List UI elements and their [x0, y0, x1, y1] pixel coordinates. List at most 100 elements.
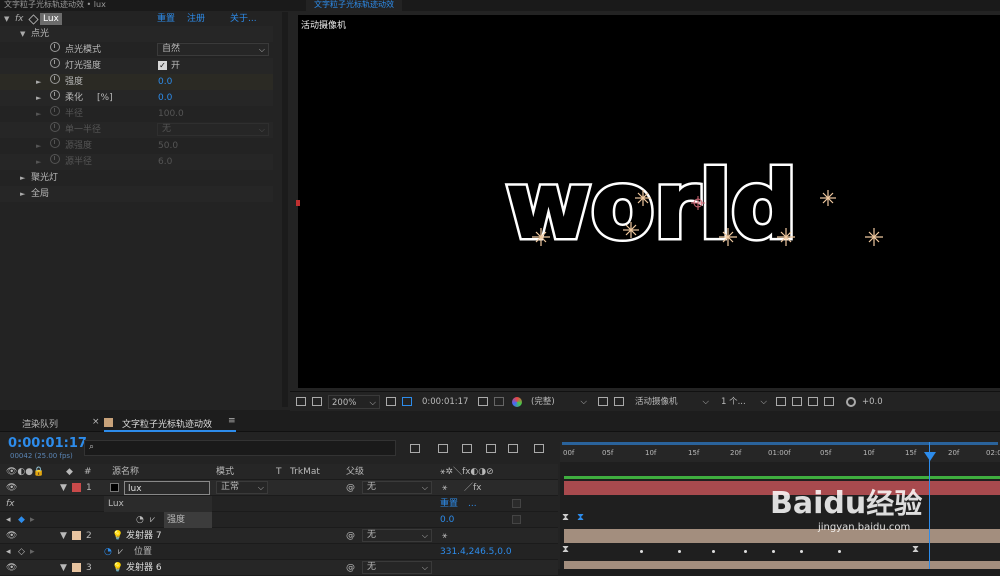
- keyframe-dot[interactable]: [712, 550, 715, 553]
- exposure-value[interactable]: +0.0: [862, 395, 883, 409]
- flowchart-icon[interactable]: [824, 397, 834, 406]
- timeline-timecode[interactable]: 0:00:01:17: [8, 436, 87, 451]
- parent-header[interactable]: 父级: [346, 464, 364, 480]
- toggle-pixel-aspect-icon[interactable]: [776, 397, 786, 406]
- effect-header-row[interactable]: ▼ fx Lux 重置 注册 关于...: [0, 11, 273, 27]
- motion-blur-icon[interactable]: [508, 444, 518, 453]
- current-time[interactable]: 0:00:01:17: [422, 395, 468, 409]
- layer-3-duration-bar[interactable]: [564, 561, 1000, 569]
- region-of-interest-icon[interactable]: [598, 397, 608, 406]
- keyframe-dot[interactable]: [744, 550, 747, 553]
- color-channels-icon[interactable]: [512, 397, 522, 407]
- keyframe-diamond-icon[interactable]: ◇: [18, 544, 25, 560]
- camera-dropdown[interactable]: 活动摄像机 ⌵: [632, 395, 712, 409]
- position-value[interactable]: 331.4,246.5,0.0: [440, 544, 512, 560]
- expand-triangle-icon[interactable]: ▼: [20, 26, 28, 42]
- keyframe-dot[interactable]: [838, 550, 841, 553]
- collapse-triangle-icon[interactable]: ▼: [4, 11, 12, 27]
- collapse-triangle-icon[interactable]: ▼: [60, 560, 67, 576]
- keyframe-marker-icon[interactable]: ⧗: [562, 512, 569, 523]
- tab-comp-timeline[interactable]: 文字粒子光标轨迹动效: [122, 417, 212, 430]
- keyframe-diamond-icon[interactable]: ◆: [18, 512, 25, 528]
- fx-icon[interactable]: fx: [15, 11, 24, 27]
- reset-link[interactable]: 重置: [157, 11, 175, 27]
- layer-name-field[interactable]: lux: [124, 481, 210, 495]
- collapse-triangle-icon[interactable]: ▼: [60, 528, 67, 544]
- eye-icon[interactable]: 👁: [6, 560, 17, 576]
- comp-mini-flowchart-icon[interactable]: [410, 444, 420, 453]
- light-mode-dropdown[interactable]: 自然 ⌵: [157, 43, 269, 56]
- layer-search-input[interactable]: ⌕: [84, 440, 396, 456]
- graph-editor-icon[interactable]: [534, 444, 544, 453]
- layer-parent-dropdown[interactable]: 无 ⌵: [362, 481, 432, 494]
- monitor-icon[interactable]: [312, 397, 322, 406]
- light-intensity-checkbox[interactable]: ✓ 开: [158, 58, 180, 74]
- keyframe-dot[interactable]: [678, 550, 681, 553]
- layer-name[interactable]: 发射器 7: [126, 528, 162, 544]
- group-spotlight[interactable]: ► 聚光灯: [0, 170, 273, 186]
- stopwatch-icon[interactable]: [50, 74, 60, 84]
- keyframe-dot[interactable]: [800, 550, 803, 553]
- composition-canvas[interactable]: 活动摄像机 world world: [298, 15, 1000, 388]
- about-link[interactable]: 关于...: [230, 11, 257, 27]
- layer-row-3[interactable]: 👁 ▼ 3 💡 发射器 6 @ 无 ⌵: [0, 560, 558, 576]
- quality-switch-icon[interactable]: ／fx: [464, 480, 482, 496]
- next-keyframe-icon[interactable]: ▸: [30, 512, 35, 528]
- layer-name[interactable]: 发射器 6: [126, 560, 162, 576]
- next-keyframe-icon[interactable]: ▸: [30, 544, 35, 560]
- eye-icon[interactable]: 👁: [6, 480, 17, 496]
- expand-triangle-icon[interactable]: ►: [36, 90, 44, 106]
- resolution-dropdown[interactable]: (完整) ⌵: [528, 395, 590, 409]
- mask-visibility-icon[interactable]: [402, 397, 412, 406]
- intensity-value[interactable]: 0.0: [440, 512, 454, 528]
- panel-scrollbar[interactable]: [282, 12, 288, 407]
- intensity-value[interactable]: 0.0: [158, 74, 172, 90]
- show-snapshot-icon[interactable]: [494, 397, 504, 406]
- layer-color-label[interactable]: [72, 531, 81, 540]
- pick-whip-icon[interactable]: @: [346, 528, 355, 544]
- work-area-bar[interactable]: [562, 442, 998, 445]
- group-global[interactable]: ► 全局: [0, 186, 273, 202]
- layer-parent-dropdown[interactable]: 无 ⌵: [362, 529, 432, 542]
- previous-keyframe-icon[interactable]: ◂: [6, 512, 11, 528]
- effect-reset-link[interactable]: 重置: [440, 496, 458, 512]
- tab-composition[interactable]: 文字粒子光标轨迹动效: [306, 0, 402, 11]
- layer-color-label[interactable]: [72, 563, 81, 572]
- keyframe-marker-icon[interactable]: ⧗: [562, 544, 569, 555]
- hamburger-menu-icon[interactable]: ≡: [228, 416, 236, 426]
- fast-previews-icon[interactable]: [792, 397, 802, 406]
- register-link[interactable]: 注册: [187, 11, 205, 27]
- zoom-dropdown[interactable]: 200% ⌵: [328, 395, 380, 409]
- draft-3d-icon[interactable]: [438, 444, 448, 453]
- playhead-handle-icon[interactable]: [924, 452, 936, 461]
- layer-row-2[interactable]: 👁 ▼ 2 💡 发射器 7 @ 无 ⌵ ⚹: [0, 528, 558, 544]
- timeline-icon[interactable]: [808, 397, 818, 406]
- exposure-icon[interactable]: [846, 397, 856, 407]
- expand-triangle-icon[interactable]: ►: [36, 74, 44, 90]
- layer-color-label[interactable]: [72, 483, 81, 492]
- previous-keyframe-icon[interactable]: ◂: [6, 544, 11, 560]
- always-preview-icon[interactable]: [296, 397, 306, 406]
- effect-name[interactable]: Lux: [40, 13, 62, 25]
- mode-header[interactable]: 模式: [216, 464, 234, 480]
- effect-toggle[interactable]: [512, 499, 521, 508]
- graph-icon[interactable]: ⩗: [118, 544, 123, 560]
- property-toggle[interactable]: [512, 515, 521, 524]
- stopwatch-icon[interactable]: ◔: [136, 512, 144, 528]
- shy-switch-icon[interactable]: ⚹: [442, 480, 447, 496]
- source-name-header[interactable]: 源名称: [112, 464, 139, 480]
- stopwatch-icon[interactable]: [50, 42, 60, 52]
- transparency-grid-icon[interactable]: [614, 397, 624, 406]
- eye-icon[interactable]: 👁: [6, 528, 17, 544]
- expand-triangle-icon[interactable]: ►: [20, 186, 28, 202]
- playhead-line[interactable]: [929, 442, 930, 569]
- stopwatch-icon[interactable]: [50, 90, 60, 100]
- shy-switch-icon[interactable]: ⚹: [442, 528, 447, 544]
- layer-mode-dropdown[interactable]: 正常 ⌵: [216, 481, 268, 494]
- camera-snapshot-icon[interactable]: [478, 397, 488, 406]
- group-point-light[interactable]: ▼ 点光: [0, 26, 273, 42]
- views-dropdown[interactable]: 1 个... ⌵: [718, 395, 770, 409]
- effect-more-link[interactable]: ...: [468, 496, 477, 512]
- frame-blending-icon[interactable]: [486, 444, 496, 453]
- trkmat-header[interactable]: TrkMat: [290, 464, 320, 480]
